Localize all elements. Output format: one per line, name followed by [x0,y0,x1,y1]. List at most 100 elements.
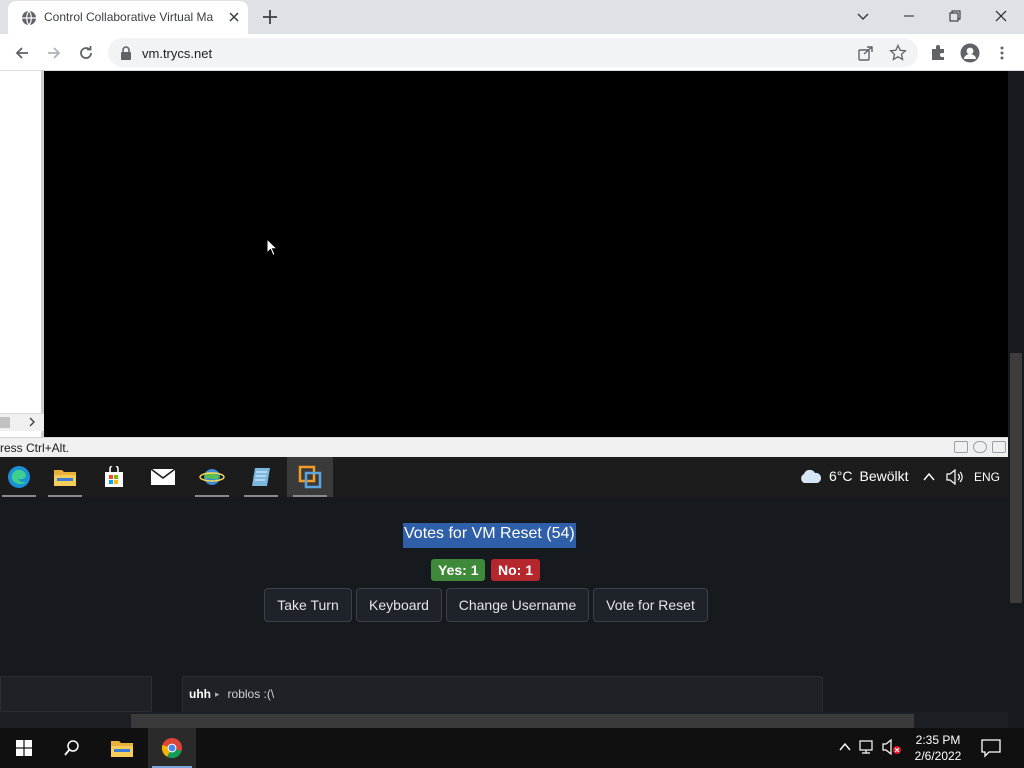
new-tab-icon[interactable] [258,5,282,29]
host-taskbar: 2:35 PM 2/6/2022 [0,728,1024,768]
vmware-icon [298,465,322,489]
cd-drive-icon[interactable] [973,441,987,453]
lock-icon[interactable] [120,46,132,60]
active-indicator [293,495,327,497]
chevron-up-icon[interactable] [922,472,936,482]
scrollbar-thumb[interactable] [0,417,10,428]
page-content: ress Ctrl+Alt. 6°C Bewölkt ENG Votes for… [0,71,1024,728]
guest-explorer-button[interactable] [42,457,88,497]
vote-yes-badge: Yes: 1 [431,559,486,581]
search-button[interactable] [48,728,96,768]
vm-sidebar-panel [0,71,44,437]
vmware-device-icons [954,441,1006,453]
vm-display[interactable] [0,71,1008,497]
tab-title: Control Collaborative Virtual Ma [44,10,214,24]
forward-button[interactable] [42,41,66,65]
chevron-down-icon [857,13,869,21]
guest-network-app-button[interactable] [189,457,235,497]
close-icon [995,10,1007,22]
clock-time: 2:35 PM [915,733,961,747]
chevron-right-icon[interactable] [28,417,36,427]
address-bar[interactable]: vm.trycs.net [108,38,918,67]
mouse-cursor-icon [266,238,278,257]
hard-disk-icon[interactable] [954,441,968,453]
guest-mail-button[interactable] [140,457,186,497]
chat-text: roblos :(\ [227,687,275,701]
page-horizontal-scrollbar[interactable] [0,712,1008,728]
minimize-icon [904,15,914,17]
chrome-icon [161,738,182,759]
mail-icon [150,468,176,485]
arrow-left-icon [15,47,28,59]
keyboard-button[interactable]: Keyboard [356,588,442,622]
globe-icon [22,10,36,26]
windows-logo-icon [16,740,32,756]
browser-tab[interactable]: Control Collaborative Virtual Ma [8,1,248,34]
chevron-up-icon[interactable] [838,742,852,752]
vmware-status-bar: ress Ctrl+Alt. [0,437,1008,457]
network-icon[interactable] [858,739,876,755]
puzzle-icon [932,45,944,60]
notepad-icon [252,468,270,486]
vmware-status-text: ress Ctrl+Alt. [0,441,70,455]
vote-reset-title: Votes for VM Reset (54) [403,523,576,548]
close-window-button[interactable] [978,0,1024,32]
chat-message: uhh ▸ roblos :(\ [189,687,274,701]
active-indicator [244,495,278,497]
vote-reset-button[interactable]: Vote for Reset [593,588,708,622]
bookmark-star-icon[interactable] [889,44,907,62]
change-username-button[interactable]: Change Username [446,588,589,622]
scrollbar-thumb[interactable] [1010,353,1022,603]
url-text: vm.trycs.net [142,46,213,61]
language-indicator[interactable]: ENG [974,470,1000,484]
file-explorer-icon [111,741,133,757]
vote-no-badge: No: 1 [491,559,540,581]
menu-button[interactable] [990,41,1014,65]
guest-edge-button[interactable] [0,457,42,497]
profile-avatar-icon [960,43,980,63]
host-chrome-button[interactable] [148,728,196,768]
user-list-panel [0,676,152,712]
back-button[interactable] [10,41,34,65]
chat-username: uhh [189,687,211,701]
weather-temperature: 6°C [829,468,853,484]
active-indicator [2,495,36,497]
vm-sidebar-scrollbar[interactable] [0,413,44,431]
weather-condition: Bewölkt [859,468,909,484]
network-adapter-icon[interactable] [992,441,1006,453]
guest-system-tray: ENG [922,469,1000,485]
speaker-icon[interactable] [946,469,964,485]
file-explorer-icon [54,470,76,486]
search-icon [64,740,79,756]
tab-search-button[interactable] [840,0,886,32]
minimize-button[interactable] [886,0,932,32]
cloud-icon [801,469,822,483]
browser-toolbar: vm.trycs.net [0,34,1024,71]
share-icon[interactable] [857,44,875,62]
host-explorer-button[interactable] [98,728,146,768]
host-clock[interactable]: 2:35 PM 2/6/2022 [908,732,968,764]
scrollbar-thumb[interactable] [131,714,914,728]
notification-icon[interactable] [980,738,1002,758]
page-vertical-scrollbar[interactable] [1008,71,1024,728]
take-turn-button[interactable]: Take Turn [264,588,352,622]
guest-vmware-button[interactable] [287,457,333,497]
clock-date: 2/6/2022 [914,749,962,763]
close-tab-icon[interactable] [226,9,242,25]
host-system-tray [838,739,902,755]
profile-button[interactable] [958,41,982,65]
guest-store-button[interactable] [91,457,137,497]
network-globe-icon [199,469,225,485]
guest-notepad-button[interactable] [238,457,284,497]
restore-button[interactable] [932,0,978,32]
browser-tabstrip: Control Collaborative Virtual Ma [0,0,1024,34]
edge-icon [8,466,30,488]
extensions-button[interactable] [926,41,950,65]
start-button[interactable] [0,728,48,768]
guest-weather-widget[interactable]: 6°C Bewölkt [798,468,909,484]
restore-icon [949,10,961,22]
store-icon [105,466,123,487]
reload-button[interactable] [74,41,98,65]
active-indicator [195,495,229,497]
speaker-muted-icon[interactable] [882,739,902,755]
